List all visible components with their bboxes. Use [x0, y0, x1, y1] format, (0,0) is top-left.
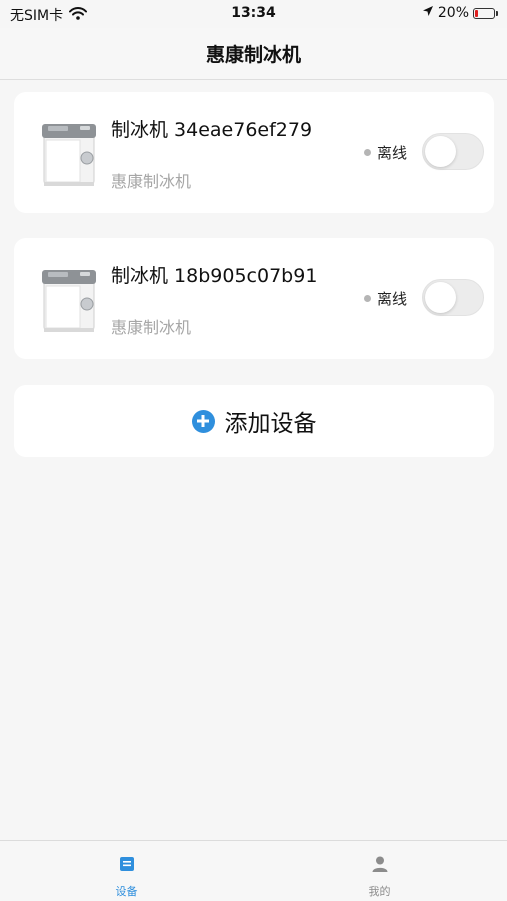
device-status: 离线 — [364, 142, 407, 163]
offline-dot-icon — [364, 295, 371, 302]
power-toggle[interactable] — [422, 279, 484, 316]
location-arrow-icon — [422, 5, 434, 21]
status-bar-right: 20% — [422, 5, 498, 21]
toggle-knob — [425, 282, 456, 313]
status-label: 离线 — [377, 290, 408, 308]
plus-circle-icon — [191, 409, 215, 433]
device-status: 离线 — [364, 288, 407, 309]
device-icon — [118, 855, 136, 873]
device-brand: 惠康制冰机 — [111, 318, 192, 337]
status-label: 离线 — [377, 144, 408, 162]
device-list: 制冰机 34eae76ef279 惠康制冰机 离线 制冰机 18b905c07b… — [14, 92, 494, 384]
ice-maker-image — [36, 266, 104, 336]
nav-header: 惠康制冰机 — [0, 28, 507, 80]
offline-dot-icon — [364, 149, 371, 156]
tab-label: 设备 — [115, 885, 138, 898]
tab-mine[interactable]: 我的 — [253, 841, 506, 901]
tab-bar: 设备 我的 — [0, 840, 507, 901]
user-icon — [371, 855, 389, 873]
add-device-label: 添加设备 — [224, 411, 317, 437]
toggle-knob — [425, 136, 456, 167]
battery-icon — [473, 7, 498, 19]
device-brand: 惠康制冰机 — [111, 172, 192, 191]
device-name: 制冰机 34eae76ef279 — [111, 119, 313, 141]
page-title: 惠康制冰机 — [205, 44, 301, 66]
tab-label: 我的 — [368, 885, 391, 898]
add-device-button[interactable]: 添加设备 — [14, 385, 494, 457]
battery-fill — [475, 9, 478, 17]
power-toggle[interactable] — [422, 133, 484, 170]
battery-percent: 20% — [437, 5, 469, 21]
device-name: 制冰机 18b905c07b91 — [111, 265, 318, 287]
device-card[interactable]: 制冰机 18b905c07b91 惠康制冰机 离线 — [14, 238, 494, 359]
status-bar: 无SIM卡 13:34 20% — [0, 0, 507, 28]
tab-devices[interactable]: 设备 — [0, 841, 253, 901]
device-card[interactable]: 制冰机 34eae76ef279 惠康制冰机 离线 — [14, 92, 494, 213]
ice-maker-image — [36, 120, 104, 190]
